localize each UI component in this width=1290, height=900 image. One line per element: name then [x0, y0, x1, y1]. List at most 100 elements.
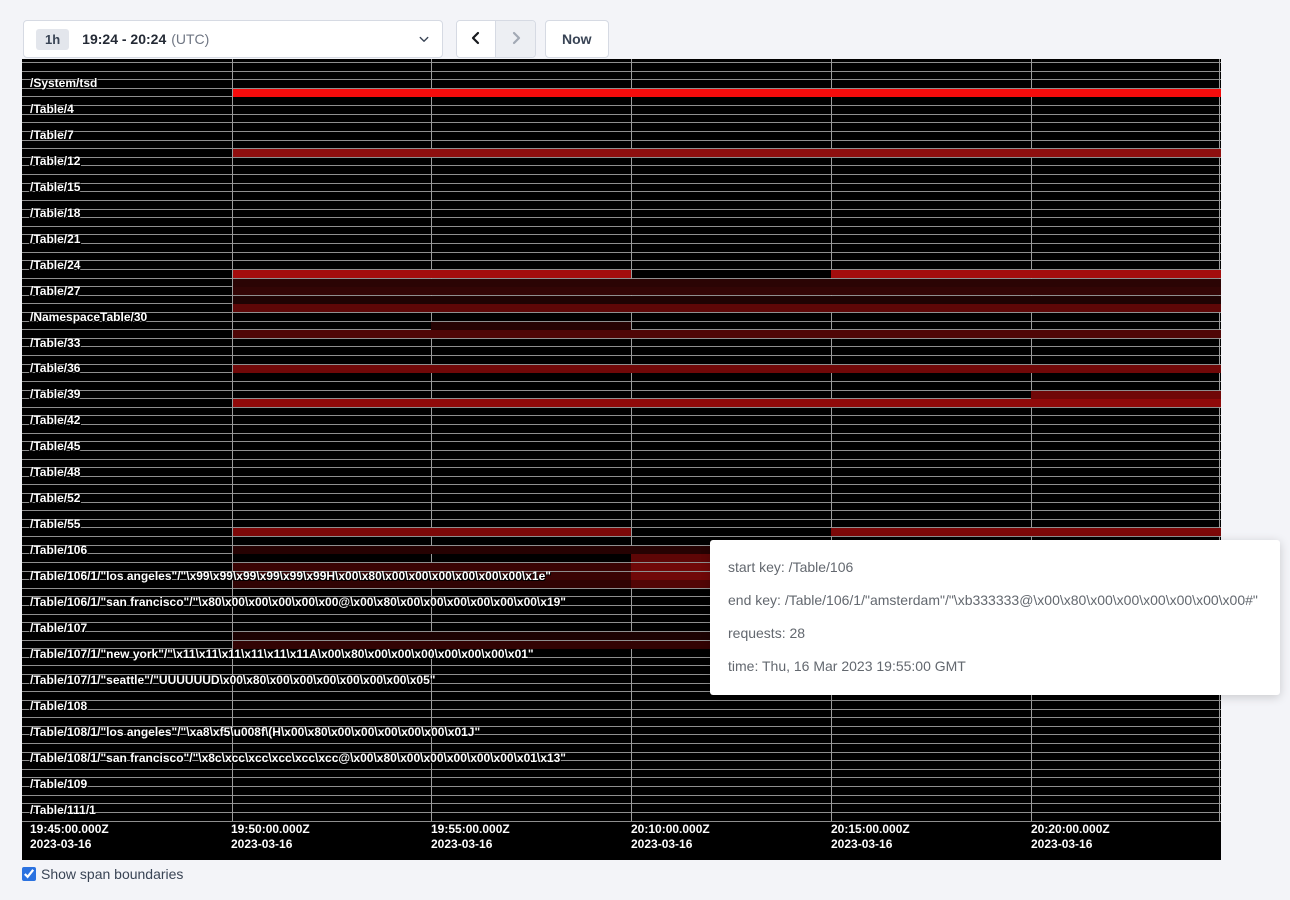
heat-band[interactable] [831, 270, 1221, 278]
row-label: /Table/108/1/"los angeles"/"\xa8\xf5\u00… [30, 726, 480, 739]
row-label: /Table/107 [30, 622, 87, 635]
x-axis-label: 19:45:00.000Z2023-03-16 [30, 822, 109, 852]
span-boundary-line [22, 424, 1221, 425]
row-label: /Table/106 [30, 544, 87, 557]
span-boundary-line [22, 510, 1221, 511]
span-boundary-line [22, 131, 1221, 132]
row-label: /Table/27 [30, 285, 80, 298]
span-boundary-line [22, 795, 1221, 796]
now-button[interactable]: Now [545, 20, 609, 58]
row-label: /Table/12 [30, 155, 80, 168]
row-label: /Table/18 [30, 207, 80, 220]
span-boundary-line [22, 441, 1221, 442]
row-label: /Table/107/1/"new york"/"\x11\x11\x11\x1… [30, 648, 534, 661]
time-gridline [631, 59, 632, 821]
x-axis-date: 2023-03-16 [831, 837, 910, 852]
span-boundary-line [22, 183, 1221, 184]
duration-badge: 1h [36, 29, 69, 50]
span-boundary-line [22, 777, 1221, 778]
span-boundary-line [22, 346, 1221, 347]
chevron-left-icon [468, 30, 484, 49]
span-boundary-line [22, 502, 1221, 503]
heat-band[interactable] [233, 89, 1221, 97]
row-label: /Table/21 [30, 233, 80, 246]
span-boundary-line [22, 252, 1221, 253]
span-boundary-line [22, 62, 1221, 63]
heat-band[interactable] [233, 330, 1221, 338]
key-visualizer-canvas[interactable]: /System/tsd/Table/4/Table/7/Table/12/Tab… [22, 59, 1221, 860]
span-boundary-line [22, 476, 1221, 477]
row-label: /Table/39 [30, 388, 80, 401]
span-tooltip: start key: /Table/106 end key: /Table/10… [710, 540, 1280, 695]
x-axis-label: 19:55:00.000Z2023-03-16 [431, 822, 510, 852]
chevron-right-icon [508, 30, 524, 49]
toolbar: 1h 19:24 - 20:24 (UTC) Now [0, 0, 1290, 59]
row-label: /Table/48 [30, 466, 80, 479]
span-boundary-line [22, 803, 1221, 804]
row-label: /Table/15 [30, 181, 80, 194]
span-boundary-line [22, 450, 1221, 451]
row-label: /Table/108/1/"san francisco"/"\x8c\xcc\x… [30, 752, 566, 765]
heat-band[interactable] [233, 287, 1221, 295]
x-axis-date: 2023-03-16 [1031, 837, 1110, 852]
heat-band[interactable] [233, 149, 1221, 157]
show-span-boundaries-label[interactable]: Show span boundaries [41, 866, 183, 882]
row-label: /Table/107/1/"seattle"/"UUUUUUD\x00\x80\… [30, 674, 435, 687]
span-boundary-line [22, 709, 1221, 710]
row-label: /Table/108 [30, 700, 87, 713]
span-boundary-line [22, 433, 1221, 434]
span-boundary-line [22, 459, 1221, 460]
timezone-text: (UTC) [171, 31, 209, 47]
x-axis-date: 2023-03-16 [231, 837, 310, 852]
row-label: /Table/52 [30, 492, 80, 505]
span-boundary-line [22, 415, 1221, 416]
previous-time-button[interactable] [457, 21, 496, 57]
span-boundary-line [22, 381, 1221, 382]
span-boundary-line [22, 217, 1221, 218]
row-label: /Table/111/1 [30, 804, 96, 817]
heat-band[interactable] [233, 279, 1221, 287]
span-boundary-line [22, 355, 1221, 356]
span-boundary-line [22, 769, 1221, 770]
chevron-down-icon [418, 33, 430, 45]
time-gridline [1219, 59, 1220, 821]
row-label: /Table/106/1/"los angeles"/"\x99\x99\x99… [30, 570, 551, 583]
heat-band[interactable] [233, 365, 1221, 373]
row-label: /Table/33 [30, 337, 80, 350]
show-span-boundaries-checkbox[interactable] [22, 867, 36, 881]
span-boundary-line [22, 519, 1221, 520]
x-axis-label: 20:10:00.000Z2023-03-16 [631, 822, 710, 852]
span-boundary-line [22, 122, 1221, 123]
time-gridline [1031, 59, 1032, 821]
time-gridline [431, 59, 432, 821]
heat-band[interactable] [233, 304, 1221, 312]
x-axis-label: 19:50:00.000Z2023-03-16 [231, 822, 310, 852]
heat-band[interactable] [431, 322, 631, 330]
tooltip-end-key: end key: /Table/106/1/"amsterdam"/"\xb33… [728, 590, 1262, 610]
span-boundary-line [22, 174, 1221, 175]
row-label: /Table/36 [30, 362, 80, 375]
next-time-button[interactable] [496, 21, 535, 57]
x-axis-label: 20:20:00.000Z2023-03-16 [1031, 822, 1110, 852]
row-label: /Table/55 [30, 518, 80, 531]
time-gridline [232, 59, 233, 821]
row-label: /Table/24 [30, 259, 80, 272]
span-boundary-line [22, 812, 1221, 813]
heat-band[interactable] [1031, 391, 1221, 399]
tooltip-time: time: Thu, 16 Mar 2023 19:55:00 GMT [728, 656, 1262, 676]
tooltip-requests: requests: 28 [728, 623, 1262, 643]
span-boundary-line [22, 226, 1221, 227]
span-boundary-line [22, 700, 1221, 701]
tooltip-start-key: start key: /Table/106 [728, 557, 1262, 577]
heat-band[interactable] [233, 296, 1221, 304]
heat-band[interactable] [233, 528, 631, 536]
heat-band[interactable] [831, 528, 1221, 536]
span-boundary-line [22, 743, 1221, 744]
x-axis-label: 20:15:00.000Z2023-03-16 [831, 822, 910, 852]
row-label: /Table/7 [30, 129, 74, 142]
heat-band[interactable] [233, 399, 1221, 407]
span-boundary-line [22, 467, 1221, 468]
time-range-text: 19:24 - 20:24 [82, 31, 166, 47]
time-range-selector[interactable]: 1h 19:24 - 20:24 (UTC) [23, 20, 443, 58]
heat-band[interactable] [233, 270, 631, 278]
